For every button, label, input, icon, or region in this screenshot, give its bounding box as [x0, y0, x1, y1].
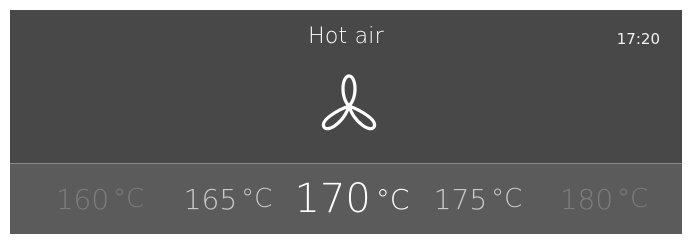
temperature-unit: °C	[375, 182, 410, 216]
temperature-option[interactable]: 175 °C	[426, 164, 530, 234]
temperature-value: 175	[433, 182, 488, 216]
mode-header: Hot air 17:20	[10, 10, 682, 163]
fan-icon[interactable]	[314, 70, 384, 136]
temperature-unit: °C	[113, 184, 145, 214]
clock: 17:20	[616, 30, 660, 48]
temperature-unit: °C	[491, 184, 523, 214]
mode-title[interactable]: Hot air	[10, 24, 682, 49]
temperature-value: 180	[559, 182, 614, 216]
oven-display: Hot air 17:20 160 °C 165 °C 170 °C 175 °C 18…	[10, 10, 682, 234]
temperature-unit: °C	[241, 184, 273, 214]
temperature-value: 165	[183, 182, 238, 216]
temperature-option[interactable]: 165 °C	[176, 164, 280, 234]
temperature-value: 160	[55, 182, 110, 216]
temperature-option[interactable]: 180 °C	[552, 164, 656, 234]
temperature-selector[interactable]: 160 °C 165 °C 170 °C 175 °C 180 °C	[10, 164, 682, 234]
temperature-unit: °C	[617, 184, 649, 214]
temperature-value: 170	[294, 176, 371, 222]
temperature-option-selected[interactable]: 170 °C	[290, 164, 414, 234]
temperature-option[interactable]: 160 °C	[48, 164, 152, 234]
